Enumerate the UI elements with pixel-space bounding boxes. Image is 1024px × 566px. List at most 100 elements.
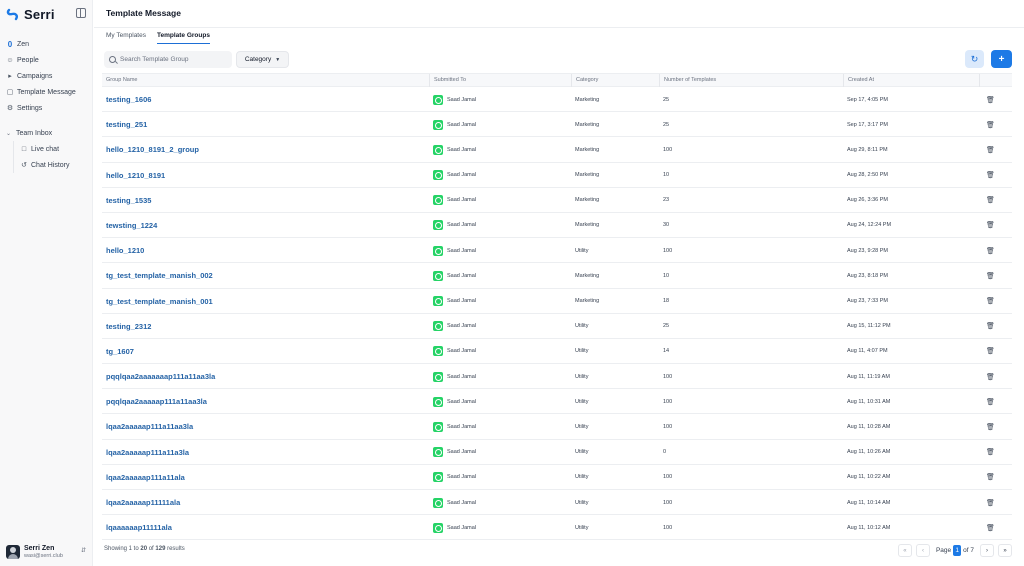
trash-icon[interactable]: 🗑 (986, 347, 995, 355)
template-count: 0 (663, 449, 667, 456)
category-dropdown[interactable]: Category ▼ (236, 51, 289, 68)
group-name-link[interactable]: hello_1210_8191_2_group (102, 137, 429, 162)
trash-icon[interactable]: 🗑 (986, 196, 995, 204)
table-row[interactable]: hello_1210_8191_2_group Saad Jamal Marketi… (102, 137, 1012, 163)
tab-my-templates[interactable]: My Templates (106, 31, 146, 44)
trash-icon[interactable]: 🗑 (986, 499, 995, 507)
group-name-link[interactable]: lqaa2aaaaap111a11a3la (102, 440, 429, 465)
sidebar-item-label: Zen (17, 40, 30, 48)
table-row[interactable]: tg_test_template_manish_001 Saad Jamal Mar… (102, 289, 1012, 314)
group-name-link[interactable]: tewsting_1224 (102, 213, 429, 238)
sidebar-item-zen[interactable]: 0 Zen (6, 36, 90, 52)
collapse-sidebar-icon[interactable] (76, 8, 86, 18)
trash-icon[interactable]: 🗑 (986, 96, 995, 104)
trash-icon[interactable]: 🗑 (986, 398, 995, 406)
trash-icon[interactable]: 🗑 (986, 373, 995, 381)
table-row[interactable]: tewsting_1224 Saad Jamal Marketing 30 Aug 24… (102, 213, 1012, 239)
search-box[interactable] (104, 51, 232, 68)
trash-icon[interactable]: 🗑 (986, 247, 995, 255)
group-name-link[interactable]: tg_1607 (102, 339, 429, 364)
sidebar-item-team-inbox[interactable]: ⌄ Team Inbox (6, 125, 90, 141)
sidebar-item-people[interactable]: ☺ People (6, 52, 90, 68)
next-page-button[interactable]: › (980, 544, 994, 557)
created-at: Aug 15, 11:12 PM (847, 323, 891, 330)
trash-icon[interactable]: 🗑 (986, 171, 995, 179)
group-name-link[interactable]: hello_1210 (102, 238, 429, 263)
refresh-button[interactable]: ↻ (965, 50, 984, 68)
group-name-link[interactable]: hello_1210_8191 (102, 163, 429, 188)
trash-icon[interactable]: 🗑 (986, 221, 995, 229)
submitted-to: Saad Jamal (429, 112, 571, 137)
column-header-number-of-templates[interactable]: Number of Templates (659, 74, 843, 87)
created-at: Aug 23, 9:28 PM (847, 247, 888, 254)
group-name-link[interactable]: pqqlqaa2aaaaap111a11aa3la (102, 389, 429, 414)
whatsapp-icon (433, 497, 443, 508)
avatar (6, 545, 20, 559)
group-name-link[interactable]: lqaaaaaap11111ala (102, 515, 429, 540)
sidebar-item-chat-history[interactable]: ↺ Chat History (14, 157, 90, 173)
column-header-created-at[interactable]: Created At (843, 74, 979, 87)
column-header-category[interactable]: Category (571, 74, 659, 87)
tab-template-groups[interactable]: Template Groups (156, 31, 210, 44)
created-at: Aug 11, 10:26 AM (847, 449, 891, 456)
trash-icon[interactable]: 🗑 (986, 448, 995, 456)
group-name-link[interactable]: pqqlqaa2aaaaaaap111a11aa3la (102, 364, 429, 389)
first-page-button[interactable]: « (897, 544, 912, 557)
user-menu[interactable]: Serri Zen wasi@serri.club ⇵ (6, 543, 90, 561)
table-row[interactable]: testing_1535 Saad Jamal Marketing 23 Aug 26,… (102, 188, 1012, 213)
table-row[interactable]: lqaa2aaaaap111a11ala Saad Jamal Utility 100… (102, 465, 1012, 490)
table-row[interactable]: lqaa2aaaaap11111ala Saad Jamal Utility 100 A… (102, 490, 1012, 516)
submitted-to: Saad Jamal (429, 137, 571, 162)
whatsapp-icon (433, 94, 443, 105)
trash-icon[interactable]: 🗑 (986, 423, 995, 431)
table-row[interactable]: testing_1606 Saad Jamal Marketing 25 Sep 17,… (102, 87, 1012, 113)
table-row[interactable]: tg_test_template_manish_002 Saad Jamal Mar… (102, 263, 1012, 289)
column-header-submitted-to[interactable]: Submitted To (429, 74, 571, 87)
table-row[interactable]: hello_1210_8191 Saad Jamal Marketing 10 Aug … (102, 163, 1012, 188)
trash-icon[interactable]: 🗑 (986, 524, 995, 532)
sidebar-item-campaigns[interactable]: ▸ Campaigns (6, 68, 90, 84)
serri-logo-icon (6, 8, 18, 21)
created-at: Aug 28, 2:50 PM (847, 172, 888, 179)
group-name-link[interactable]: lqaa2aaaaap111a11ala (102, 465, 429, 490)
trash-icon[interactable]: 🗑 (986, 146, 995, 154)
table-row[interactable]: pqqlqaa2aaaaaaap111a11aa3la Saad Jamal Uti… (102, 364, 1012, 390)
whatsapp-icon (433, 346, 443, 357)
group-name-link[interactable]: tg_test_template_manish_002 (102, 263, 429, 288)
sidebar-item-settings[interactable]: ⚙ Settings (6, 100, 90, 116)
prev-page-button[interactable]: ‹ (915, 544, 930, 557)
table-row[interactable]: testing_251 Saad Jamal Marketing 25 Sep 17, … (102, 112, 1012, 138)
add-template-group-button[interactable]: + (991, 50, 1012, 68)
sidebar-item-live-chat[interactable]: □ Live chat (14, 141, 90, 157)
sidebar-item-template-message[interactable]: ▢ Template Message (6, 84, 90, 100)
table-row[interactable]: lqaa2aaaaap111a11aa3la Saad Jamal Utility 1… (102, 414, 1012, 440)
refresh-icon: ↻ (970, 53, 979, 64)
table-row[interactable]: lqaaaaaap11111ala Saad Jamal Utility 100 Aug… (102, 515, 1012, 541)
trash-icon[interactable]: 🗑 (986, 121, 995, 129)
table-row[interactable]: tg_1607 Saad Jamal Utility 14 Aug 11, 4:07 P… (102, 339, 1012, 365)
trash-icon[interactable]: 🗑 (986, 272, 995, 280)
column-header-group-name[interactable]: Group Name (102, 74, 429, 87)
last-page-button[interactable]: » (998, 544, 1012, 557)
submitted-to: Saad Jamal (429, 238, 571, 263)
template-count: 25 (663, 121, 670, 128)
table-row[interactable]: lqaa2aaaaap111a11a3la Saad Jamal Utility 0 A… (102, 440, 1012, 465)
logo[interactable]: Serri (6, 6, 90, 22)
current-page-input[interactable]: 1 (953, 545, 962, 556)
trash-icon[interactable]: 🗑 (986, 322, 995, 330)
trash-icon[interactable]: 🗑 (986, 473, 995, 481)
search-input[interactable] (120, 56, 230, 63)
table-row[interactable]: testing_2312 Saad Jamal Utility 25 Aug 15, 1… (102, 314, 1012, 339)
group-name-link[interactable]: testing_1606 (102, 87, 429, 112)
group-name-link[interactable]: lqaa2aaaaap111a11aa3la (102, 414, 429, 439)
group-name-link[interactable]: testing_1535 (102, 188, 429, 213)
group-name-link[interactable]: testing_2312 (102, 314, 429, 339)
group-name-link[interactable]: lqaa2aaaaap11111ala (102, 490, 429, 515)
group-name-link[interactable]: tg_test_template_manish_001 (102, 289, 429, 314)
table-row[interactable]: hello_1210 Saad Jamal Utility 100 Aug 23, 9:… (102, 238, 1012, 264)
row-actions: 🗑 (982, 112, 1012, 137)
group-name-link[interactable]: testing_251 (102, 112, 429, 137)
team-inbox-submenu: □ Live chat ↺ Chat History (13, 141, 90, 173)
trash-icon[interactable]: 🗑 (986, 297, 995, 305)
table-row[interactable]: pqqlqaa2aaaaap111a11aa3la Saad Jamal Utili… (102, 389, 1012, 415)
